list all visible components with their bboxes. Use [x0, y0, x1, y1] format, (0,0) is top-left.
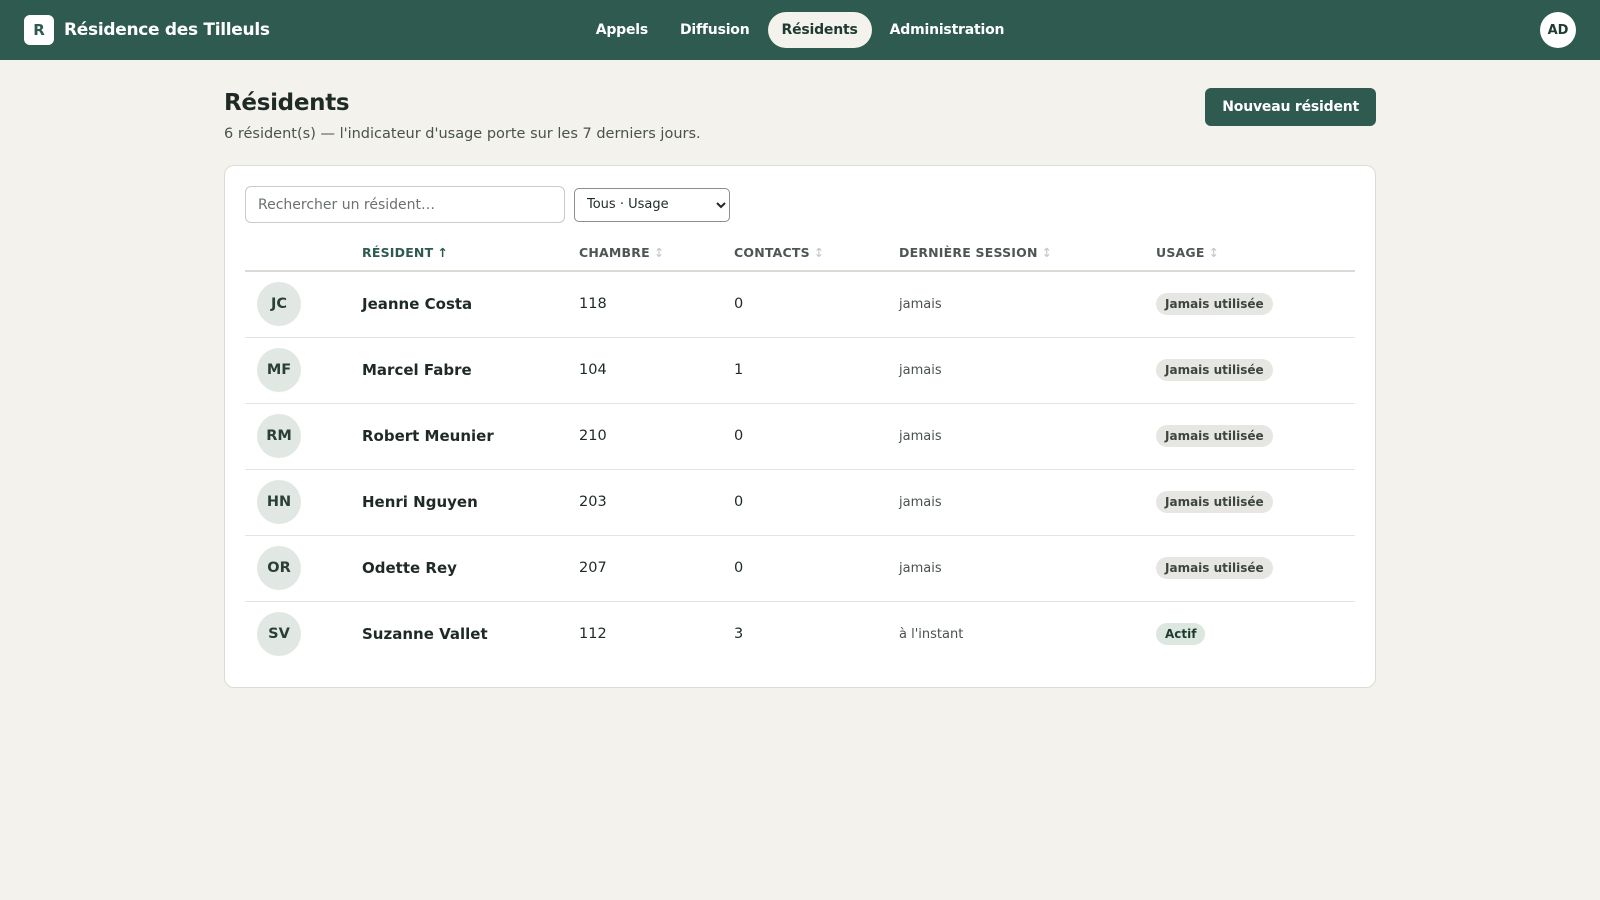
new-resident-button[interactable]: Nouveau résident: [1205, 88, 1376, 126]
contacts-count: 3: [734, 626, 744, 643]
usage-badge: Actif: [1156, 623, 1206, 646]
last-session: jamais: [899, 297, 942, 313]
contacts-count: 0: [734, 469, 899, 536]
contacts-count: 0: [734, 403, 899, 470]
nav-item-administration[interactable]: Administration: [876, 12, 1019, 48]
header-resident[interactable]: RÉSIDENT ↑: [362, 235, 579, 272]
search-input[interactable]: [245, 186, 565, 223]
resident-name[interactable]: Henri Nguyen: [362, 493, 478, 511]
usage-badge: Jamais utilisée: [1156, 293, 1273, 316]
contacts-count: 1: [734, 337, 899, 404]
nav-item-appels[interactable]: Appels: [582, 12, 662, 48]
last-session: à l'instant: [899, 627, 964, 643]
sort-icon: ↕: [813, 245, 825, 260]
last-session: jamais: [899, 561, 942, 576]
app-title: Résidence des Tilleuls: [64, 20, 270, 40]
page-subtitle: 6 résident(s) — l'indicateur d'usage por…: [224, 126, 701, 142]
table-row[interactable]: MF Marcel Fabre 104 1 jamais Jamais util…: [245, 337, 1355, 404]
header-contacts[interactable]: CONTACTS ↕: [734, 235, 899, 272]
header-resident-label: RÉSIDENT: [362, 245, 434, 260]
table-header-row: RÉSIDENT ↑ CHAMBRE ↕ CONTACTS ↕ DERNIÈRE SE…: [245, 235, 1355, 272]
usage-badge: Jamais utilisée: [1156, 491, 1273, 513]
brand-logo: R: [24, 15, 54, 45]
room-number: 207: [579, 535, 734, 602]
contacts-count: 0: [734, 271, 899, 338]
usage-filter-select[interactable]: Tous · Usage: [574, 187, 730, 222]
brand[interactable]: R Résidence des Tilleuls: [24, 15, 270, 45]
contacts-count: 0: [734, 535, 899, 602]
page-title: Résidents: [224, 90, 350, 116]
usage-badge: Jamais utilisée: [1156, 425, 1273, 447]
filters-bar: Tous · Usage: [245, 186, 1355, 223]
resident-name[interactable]: Marcel Fabre: [362, 361, 472, 379]
main-content: Résidents 6 résident(s) — l'indicateur d…: [224, 60, 1376, 688]
room-number: 118: [579, 271, 734, 338]
nav-item-diffusion[interactable]: Diffusion: [666, 12, 764, 48]
header-last-session[interactable]: DERNIÈRE SESSION ↕: [899, 235, 1156, 272]
header-room[interactable]: CHAMBRE ↕: [579, 235, 734, 272]
sort-icon: ↕: [1208, 245, 1220, 260]
last-session: jamais: [899, 363, 942, 378]
nav-item-residents[interactable]: Résidents: [767, 12, 872, 48]
resident-name[interactable]: Jeanne Costa: [362, 295, 472, 313]
table-row[interactable]: RM Robert Meunier 210 0 jamais Jamais ut…: [245, 403, 1355, 470]
table-row[interactable]: JC Jeanne Costa 118 0 jamais Jamais util…: [245, 271, 1355, 338]
page-header: Résidents 6 résident(s) — l'indicateur d…: [224, 88, 1376, 142]
usage-badge: Jamais utilisée: [1156, 557, 1273, 579]
table-row[interactable]: HN Henri Nguyen 203 0 jamais Jamais util…: [245, 469, 1355, 536]
header-avatar: [245, 235, 362, 272]
room-number: 203: [579, 469, 734, 536]
sort-icon: ↕: [653, 245, 665, 260]
header-usage-label: USAGE: [1156, 245, 1205, 260]
sort-asc-icon: ↑: [437, 245, 449, 260]
top-bar: R Résidence des Tilleuls Appels Diffusio…: [0, 0, 1600, 60]
table-row[interactable]: OR Odette Rey 207 0 jamais Jamais utilis…: [245, 535, 1355, 602]
last-session: jamais: [899, 495, 942, 510]
user-avatar[interactable]: AD: [1540, 12, 1576, 48]
page-heading-group: Résidents 6 résident(s) — l'indicateur d…: [224, 90, 701, 142]
room-number: 210: [579, 403, 734, 470]
avatar: HN: [257, 480, 301, 524]
header-last-session-label: DERNIÈRE SESSION: [899, 245, 1038, 260]
residents-card: Tous · Usage RÉSIDENT↑ CHAMBRE↕ CONTACTS…: [224, 165, 1376, 688]
last-session: jamais: [899, 429, 942, 444]
residents-table: RÉSIDENT ↑ CHAMBRE ↕ CONTACTS ↕ DERNIÈRE SE…: [245, 235, 1355, 667]
room-number: 112: [579, 626, 607, 643]
header-contacts-label: CONTACTS: [734, 245, 810, 260]
sort-icon: ↕: [1041, 245, 1053, 260]
avatar: SV: [257, 612, 301, 657]
resident-name[interactable]: Odette Rey: [362, 559, 457, 577]
avatar: MF: [257, 348, 301, 392]
room-number: 104: [579, 337, 734, 404]
usage-badge: Jamais utilisée: [1156, 359, 1273, 381]
resident-name[interactable]: Robert Meunier: [362, 427, 494, 445]
header-room-label: CHAMBRE: [579, 245, 650, 260]
table-row[interactable]: SV Suzanne Vallet 112 3 à l'instant Acti…: [245, 601, 1355, 667]
avatar: OR: [257, 546, 301, 590]
avatar: JC: [257, 282, 301, 327]
resident-name[interactable]: Suzanne Vallet: [362, 625, 488, 643]
header-usage[interactable]: USAGE ↕: [1156, 235, 1355, 272]
avatar: RM: [257, 414, 301, 458]
